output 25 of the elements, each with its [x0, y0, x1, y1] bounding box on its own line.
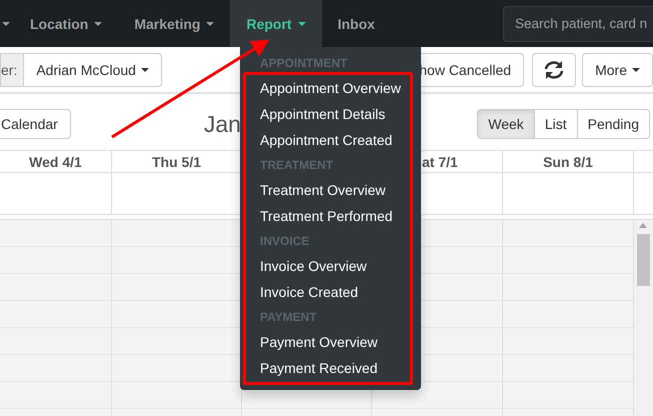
menu-item[interactable]: Invoice Overview: [248, 253, 408, 279]
view-tab[interactable]: Week: [477, 109, 535, 139]
menu-item[interactable]: Treatment Overview: [248, 177, 408, 203]
menu-item[interactable]: Appointment Details: [248, 101, 408, 127]
search-field[interactable]: Search patient, card n: [503, 6, 653, 42]
menu-item[interactable]: Invoice Created: [248, 279, 408, 305]
day-header: at 7/1: [422, 154, 458, 170]
nav-menu-item[interactable]: Report: [230, 0, 322, 47]
nav-menu-item[interactable]: Location: [14, 0, 118, 47]
calendar-button[interactable]: Calendar: [0, 109, 71, 139]
menu-item[interactable]: Payment Overview: [248, 329, 408, 355]
day-header: Sun 8/1: [543, 154, 593, 170]
nav-menu-item[interactable]: Inbox: [322, 0, 391, 47]
calendar-title: Jan: [204, 110, 241, 138]
view-tab[interactable]: Pending: [576, 109, 650, 139]
practitioner-dropdown[interactable]: Adrian McCloud: [23, 52, 162, 86]
filter-label: er:: [0, 52, 24, 86]
day-header: Thu 5/1: [152, 154, 201, 170]
nav-menu-item[interactable]: Marketing: [118, 0, 230, 47]
day-header: Wed 4/1: [29, 154, 82, 170]
menu-item[interactable]: Treatment Performed: [248, 203, 408, 229]
menu-item[interactable]: Payment Received: [248, 355, 408, 381]
more-dropdown[interactable]: More: [582, 52, 653, 86]
menu-item[interactable]: Appointment Created: [248, 127, 408, 153]
view-tab[interactable]: List: [534, 109, 578, 139]
